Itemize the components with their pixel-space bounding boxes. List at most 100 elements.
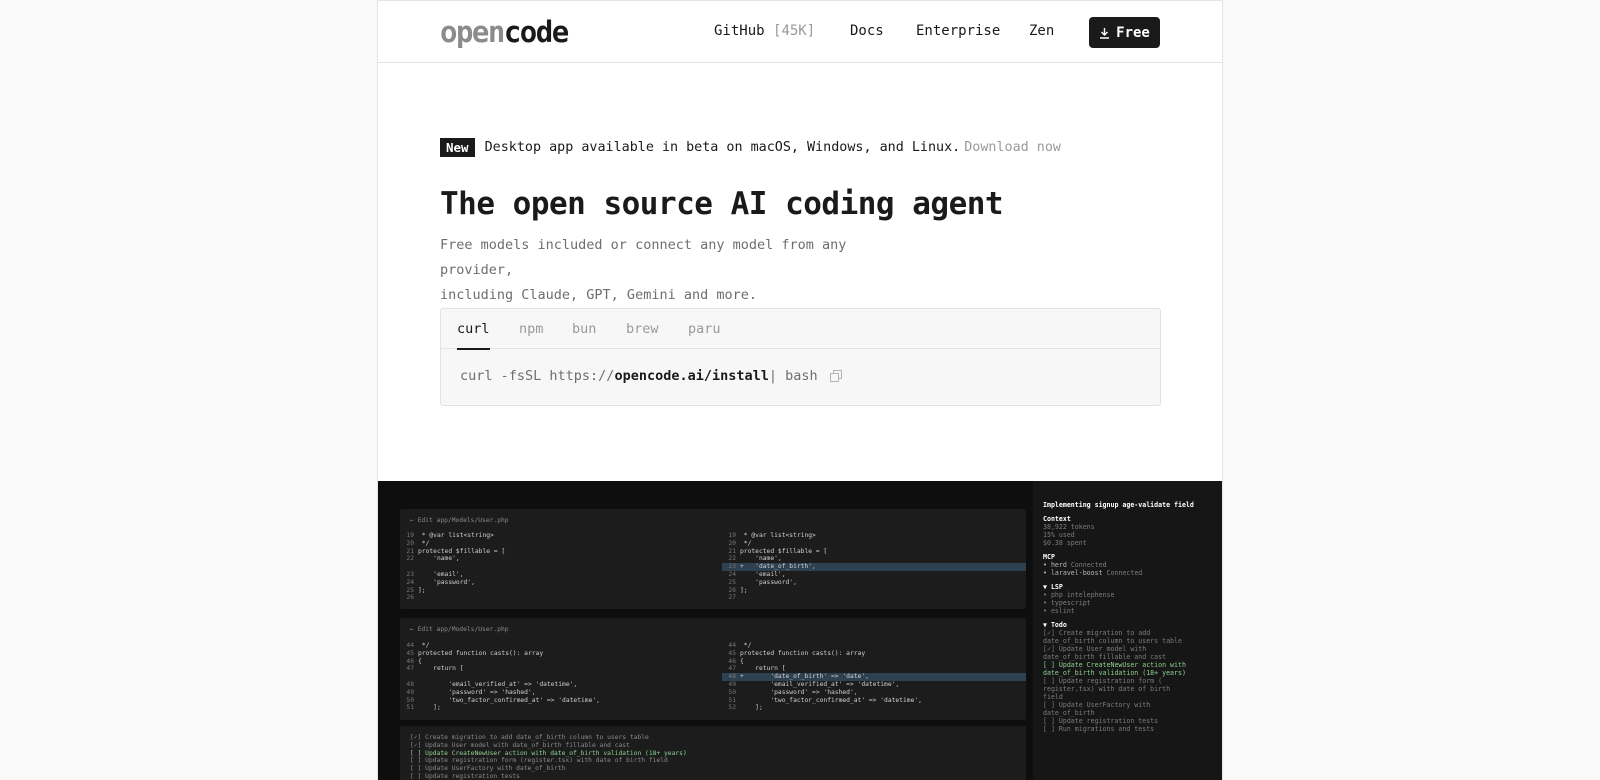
code-text: 'password' => 'hashed', xyxy=(740,688,858,696)
code-text: 'two_factor_confirmed_at' => 'datetime', xyxy=(740,696,922,704)
sidebar-todo-item: date_of_birth validation (18+ years) xyxy=(1043,669,1186,677)
sidebar-todo-item: field xyxy=(1043,693,1063,701)
tab-brew[interactable]: brew xyxy=(626,321,659,337)
context-tokens: 38,922 tokens xyxy=(1043,523,1095,531)
code-text: protected function casts(): array xyxy=(418,649,544,657)
code-text: * @var list<string> xyxy=(740,532,816,539)
sidebar-todo-item: [ ] Update CreateNewUser action with xyxy=(1043,661,1186,669)
sidebar-todo-item: [✓] Create migration to add xyxy=(1043,629,1151,637)
line-number: 48 xyxy=(728,673,736,681)
code-text: return [ xyxy=(418,665,464,673)
code-line xyxy=(400,563,718,571)
new-badge: New xyxy=(440,138,475,157)
tab-paru[interactable]: paru xyxy=(688,321,721,337)
line-number: 49 xyxy=(406,688,414,696)
code-text: { xyxy=(740,657,744,665)
line-number: 50 xyxy=(728,688,736,696)
code-text: 'name', xyxy=(418,555,460,563)
download-now-link[interactable]: Download now xyxy=(964,140,1061,155)
install-tabs: curl npm bun brew paru xyxy=(441,309,1160,350)
tab-curl[interactable]: curl xyxy=(457,321,490,350)
page-title: The open source AI coding agent xyxy=(440,186,1004,222)
cmd-prefix: curl -fsSL https:// xyxy=(460,368,615,384)
opencode-logo[interactable]: opencode xyxy=(440,15,569,49)
cmd-suffix: | bash xyxy=(768,368,818,384)
line-number xyxy=(400,563,414,571)
code-line: 45 protected function casts(): array xyxy=(722,650,1026,658)
mcp-item-laravel-boost: • laravel-boost Connected xyxy=(1043,569,1143,577)
line-number: 47 xyxy=(728,665,736,673)
code-text: */ xyxy=(418,539,430,547)
download-icon xyxy=(1100,27,1110,39)
subtitle-line-2: including Claude, GPT, Gemini and more. xyxy=(440,287,757,303)
sidebar-todo-item: date_of_birth xyxy=(1043,709,1095,717)
line-number: 21 xyxy=(406,547,414,555)
code-text: 'email_verified_at' => 'datetime', xyxy=(740,680,900,688)
todo-item: [ ] Update CreateNewUser action with dat… xyxy=(410,749,687,757)
diff-panel-1-right: 19 * @var list<string> 20 */21 protected $… xyxy=(722,532,1026,602)
line-number: 20 xyxy=(728,539,736,547)
code-line: 44 */ xyxy=(400,642,718,650)
todo-panel: [✓] Create migration to add date_of_birt… xyxy=(400,726,1026,780)
line-number: 21 xyxy=(728,547,736,555)
code-line: 25]; xyxy=(400,587,718,595)
nav-enterprise[interactable]: Enterprise xyxy=(916,23,1000,39)
line-number: 50 xyxy=(406,696,414,704)
code-line: 19 * @var list<string> xyxy=(400,532,718,540)
code-text: protected $fillable = [ xyxy=(740,547,828,555)
todo-item: [✓] Update User model with date_of_birth… xyxy=(410,741,630,749)
announcement-text: Desktop app available in beta on macOS, … xyxy=(484,140,961,155)
todo-item: [ ] Update registration form (register.t… xyxy=(410,757,668,765)
copy-icon[interactable] xyxy=(829,370,842,382)
code-text: 'email', xyxy=(418,570,464,578)
code-line: 46 { xyxy=(722,658,1026,666)
code-text: ]; xyxy=(740,586,748,594)
todo-heading: ▼ Todo xyxy=(1043,621,1067,629)
mcp-heading: MCP xyxy=(1043,553,1055,561)
nav-docs[interactable]: Docs xyxy=(850,23,884,39)
line-number: 25 xyxy=(728,578,736,586)
todo-item: [ ] Update registration tests xyxy=(410,772,520,780)
code-line: 19 * @var list<string> xyxy=(722,532,1026,540)
free-download-button[interactable]: Free xyxy=(1089,17,1160,48)
code-line: 48 + 'date_of_birth' => 'date', xyxy=(722,673,1026,681)
line-number: 51 xyxy=(728,696,736,704)
nav-github-label: GitHub xyxy=(714,23,765,39)
nav-zen[interactable]: Zen xyxy=(1029,23,1054,39)
line-number: 22 xyxy=(728,555,736,563)
nav-github[interactable]: GitHub [45K] xyxy=(714,23,815,39)
line-number: 45 xyxy=(406,649,414,657)
todo-item: [ ] Update UserFactory with date_of_birt… xyxy=(410,765,566,773)
code-text: 'name', xyxy=(740,555,782,563)
code-line: 50 'two_factor_confirmed_at' => 'datetim… xyxy=(400,697,718,705)
code-text: 'password', xyxy=(740,578,797,586)
install-command[interactable]: curl -fsSL https://opencode.ai/install |… xyxy=(460,368,842,384)
line-number xyxy=(400,673,414,681)
diff-panel-1-left: 19 * @var list<string> 20 */21 protected $… xyxy=(400,532,718,602)
diff-panel-2-title: ← Edit app/Models/User.php xyxy=(410,626,509,633)
lsp-heading: ▼ LSP xyxy=(1043,583,1063,591)
code-line: 22 'name', xyxy=(400,555,718,563)
line-number: 47 xyxy=(406,665,414,673)
line-number: 25 xyxy=(406,586,414,594)
tab-npm[interactable]: npm xyxy=(519,321,543,337)
code-line: 24 'password', xyxy=(400,579,718,587)
code-line: 27 xyxy=(722,594,1026,602)
logo-part-open: open xyxy=(440,15,505,49)
code-text: ]; xyxy=(418,704,441,712)
code-line: 49 'password' => 'hashed', xyxy=(400,689,718,697)
diff-panel-2: ← Edit app/Models/User.php 44 */45 protec… xyxy=(400,618,1026,720)
lsp-item: • eslint xyxy=(1043,607,1075,615)
lsp-item: • typescript xyxy=(1043,599,1091,607)
code-text: * @var list<string> xyxy=(418,532,494,539)
context-used: 15% used xyxy=(1043,531,1075,539)
line-number: 44 xyxy=(406,642,414,649)
cmd-url: opencode.ai/install xyxy=(614,368,769,384)
sidebar-todo-item: [✓] Update User model with xyxy=(1043,645,1147,653)
code-text: protected function casts(): array xyxy=(740,649,866,657)
code-text: return [ xyxy=(740,665,786,673)
code-line: 51 ]; xyxy=(400,704,718,712)
code-line: 49 'email_verified_at' => 'datetime', xyxy=(722,681,1026,689)
code-text: { xyxy=(418,657,422,665)
tab-bun[interactable]: bun xyxy=(572,321,596,337)
